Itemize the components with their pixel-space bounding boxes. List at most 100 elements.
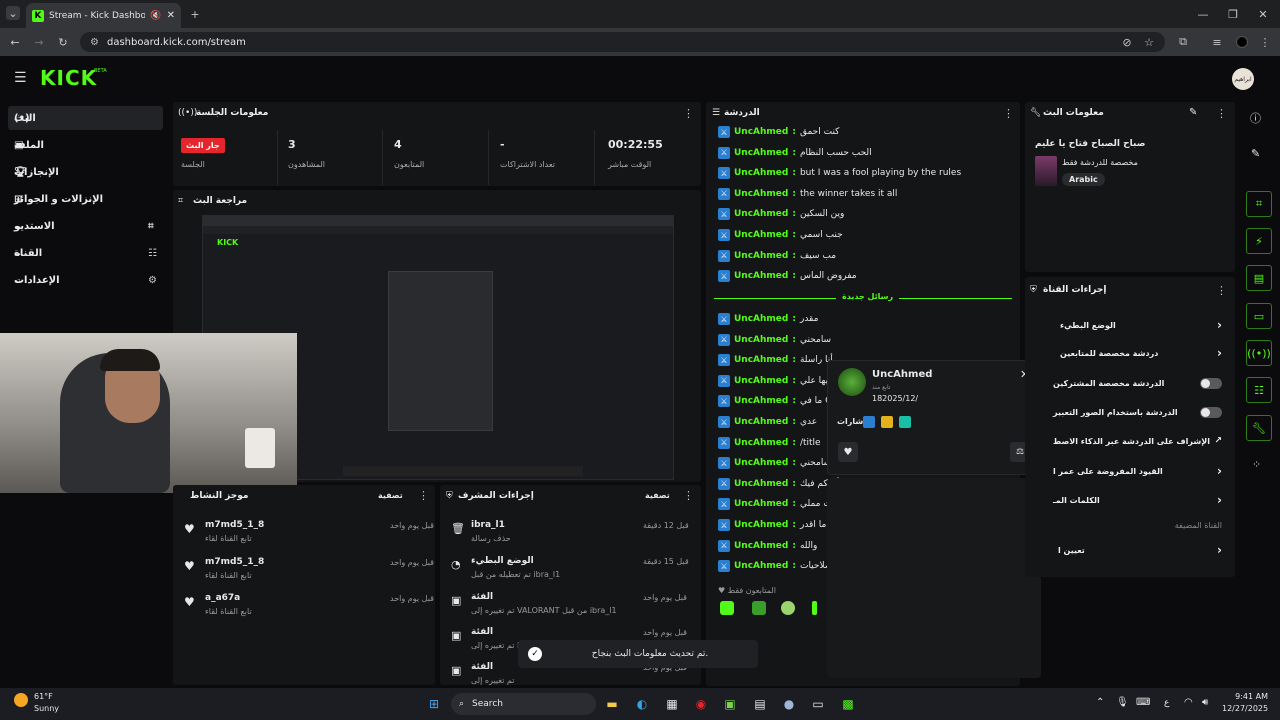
event-user[interactable]: m7md5_1_8 xyxy=(205,557,264,567)
banned-words-row[interactable]: الكلمات المـ › xyxy=(1030,487,1230,513)
tray-chevron-up-icon[interactable]: ⌃ xyxy=(1096,697,1104,708)
close-window-icon[interactable]: ✕ xyxy=(1256,7,1270,21)
emote-icon[interactable] xyxy=(781,601,795,615)
chat-username[interactable]: UncAhmed xyxy=(734,251,788,261)
emote-icon[interactable] xyxy=(720,601,734,615)
media-icon[interactable]: ≡ xyxy=(1210,35,1224,49)
chat-username[interactable]: UncAhmed xyxy=(734,541,788,551)
chat-username[interactable]: UncAhmed xyxy=(734,396,788,406)
chat-username[interactable]: UncAhmed xyxy=(734,189,788,199)
tab-list-icon[interactable]: ⌄ xyxy=(6,6,20,20)
chat-username[interactable]: UncAhmed xyxy=(734,561,788,571)
subscribers-only-toggle[interactable] xyxy=(1200,377,1222,389)
chat-username[interactable]: UncAhmed xyxy=(734,314,788,324)
store-icon[interactable]: ▦ xyxy=(662,694,682,714)
avatar[interactable]: ابراهيم xyxy=(1232,68,1254,90)
edge-icon[interactable]: ◐ xyxy=(632,694,652,714)
chat-username[interactable]: UncAhmed xyxy=(734,479,788,489)
subscribers-only-row[interactable]: الدردشة مخصصة المشتركين xyxy=(1030,370,1230,396)
kebab-menu-icon[interactable]: ⋮ xyxy=(418,489,429,502)
weather-desc[interactable]: Sunny xyxy=(34,704,59,713)
document-icon[interactable]: ▤ xyxy=(1246,265,1272,291)
follow-heart-button[interactable]: ♥ xyxy=(838,442,858,462)
windows-start-icon[interactable]: ⊞ xyxy=(424,694,444,714)
kebab-menu-icon[interactable]: ⋮ xyxy=(1216,107,1227,120)
sidebar-item-drops[interactable]: ⊞ الإنزالات و الجوائز xyxy=(8,187,163,211)
microphone-icon[interactable]: 🎙︎ xyxy=(1116,697,1129,708)
sidebar-item-achievements[interactable]: 🏆︎ الإنجازات xyxy=(8,160,163,184)
chat-username[interactable]: UncAhmed xyxy=(734,168,788,178)
broadcast-icon[interactable]: ((•)) xyxy=(1246,340,1272,366)
terminal-icon[interactable]: ▭ xyxy=(808,694,828,714)
app-icon[interactable]: ▩ xyxy=(838,694,858,714)
chat-username[interactable]: UncAhmed xyxy=(734,499,788,509)
chat-username[interactable]: UncAhmed xyxy=(734,355,788,365)
clock-time[interactable]: 9:41 AM xyxy=(1222,692,1268,701)
app-icon[interactable]: ▤ xyxy=(750,694,770,714)
kick-logo[interactable]: KICK xyxy=(40,66,97,90)
sidebar-item-live[interactable]: (•) البث xyxy=(8,106,163,130)
weather-sun-icon[interactable] xyxy=(14,693,28,707)
add-widget-icon[interactable]: ⁘ xyxy=(1252,458,1261,471)
chat-username[interactable]: UncAhmed xyxy=(734,127,788,137)
event-user[interactable]: a_a67a xyxy=(205,593,240,603)
event-user[interactable]: m7md5_1_8 xyxy=(205,520,264,530)
hamburger-menu-icon[interactable]: ☰ xyxy=(14,70,27,86)
taskbar-search[interactable]: ⌕ Search xyxy=(451,693,596,715)
chat-username[interactable]: UncAhmed xyxy=(734,148,788,158)
browser-tab[interactable]: K Stream - Kick Dashboard 🔇 ✕ xyxy=(26,3,181,28)
chat-username[interactable]: UncAhmed xyxy=(734,335,788,345)
sidebar-item-profile[interactable]: ▣ الملف xyxy=(8,133,163,157)
reload-icon[interactable]: ↻ xyxy=(56,35,70,49)
mod-action-subject[interactable]: ibra_l1 xyxy=(471,520,505,530)
emote-icon[interactable] xyxy=(752,601,766,615)
emote-icon[interactable] xyxy=(812,601,817,615)
sidebar-item-settings[interactable]: ⌄ الإعدادات ⚙ xyxy=(8,268,163,292)
back-icon[interactable]: ← xyxy=(8,35,22,49)
edit-pencil-icon[interactable]: ✎ xyxy=(1189,107,1197,118)
maximize-icon[interactable]: ❐ xyxy=(1226,7,1240,21)
kebab-menu-icon[interactable]: ⋮ xyxy=(1216,284,1227,297)
volume-icon[interactable]: 🔊︎ xyxy=(1202,697,1208,708)
weather-temp[interactable]: 61°F xyxy=(34,692,53,701)
slow-mode-row[interactable]: الوضع البطيء › xyxy=(1030,312,1230,338)
bookmark-star-icon[interactable]: ☆ xyxy=(1142,35,1156,49)
sidebar-item-studio[interactable]: ⌄ الاستديو ⌗ xyxy=(8,214,163,238)
filter-button[interactable]: تصفية xyxy=(645,491,670,500)
input-language[interactable]: ع xyxy=(1164,698,1169,708)
edit-pencil-icon[interactable]: ✎ xyxy=(1251,147,1260,160)
kebab-menu-icon[interactable]: ⋮ xyxy=(683,107,694,120)
new-tab-icon[interactable]: + xyxy=(188,7,202,21)
file-explorer-icon[interactable]: ▬ xyxy=(602,694,622,714)
steam-icon[interactable]: ● xyxy=(779,694,799,714)
assign-row[interactable]: تعيين ا › xyxy=(1030,537,1230,563)
kebab-menu-icon[interactable]: ⋮ xyxy=(683,489,694,502)
chat-username[interactable]: UncAhmed xyxy=(734,209,788,219)
ai-moderation-row[interactable]: الإشراف على الدردشة عبر الذكاء الاصط ↗ xyxy=(1030,428,1230,454)
chat-username[interactable]: UncAhmed xyxy=(734,271,788,281)
info-icon[interactable]: ⓘ xyxy=(1250,110,1261,126)
sidebar-item-channel[interactable]: ⌄ القناة ☷ xyxy=(8,241,163,265)
address-bar[interactable]: ⚙ dashboard.kick.com/stream xyxy=(80,32,1165,52)
forward-icon[interactable]: → xyxy=(32,35,46,49)
close-tab-icon[interactable]: ✕ xyxy=(167,10,175,21)
chat-username[interactable]: UncAhmed xyxy=(734,376,788,386)
filter-button[interactable]: تصفية xyxy=(378,491,403,500)
profile-icon[interactable] xyxy=(1236,36,1248,48)
chat-bubble-icon[interactable]: ▭ xyxy=(1246,303,1272,329)
browser-menu-icon[interactable]: ⋮ xyxy=(1258,35,1272,49)
minimize-icon[interactable]: — xyxy=(1196,7,1210,21)
chrome-icon[interactable]: ◉ xyxy=(691,694,711,714)
wrench-icon[interactable]: 🔧︎ xyxy=(1246,415,1272,441)
followers-only-row[interactable]: دردشة مخصصة للمتابعين › xyxy=(1030,340,1230,366)
mute-tab-icon[interactable]: 🔇 xyxy=(150,11,161,21)
extensions-icon[interactable]: ⧉ xyxy=(1176,35,1190,49)
user-card-name[interactable]: UncAhmed xyxy=(872,369,932,380)
chat-username[interactable]: UncAhmed xyxy=(734,458,788,468)
chat-username[interactable]: UncAhmed xyxy=(734,520,788,530)
chat-username[interactable]: UncAhmed xyxy=(734,438,788,448)
eye-off-icon[interactable]: ⊘ xyxy=(1120,35,1134,49)
lightning-icon[interactable]: ⚡ xyxy=(1246,228,1272,254)
emotes-only-toggle[interactable] xyxy=(1200,406,1222,418)
wifi-icon[interactable]: ◠ xyxy=(1184,697,1193,708)
